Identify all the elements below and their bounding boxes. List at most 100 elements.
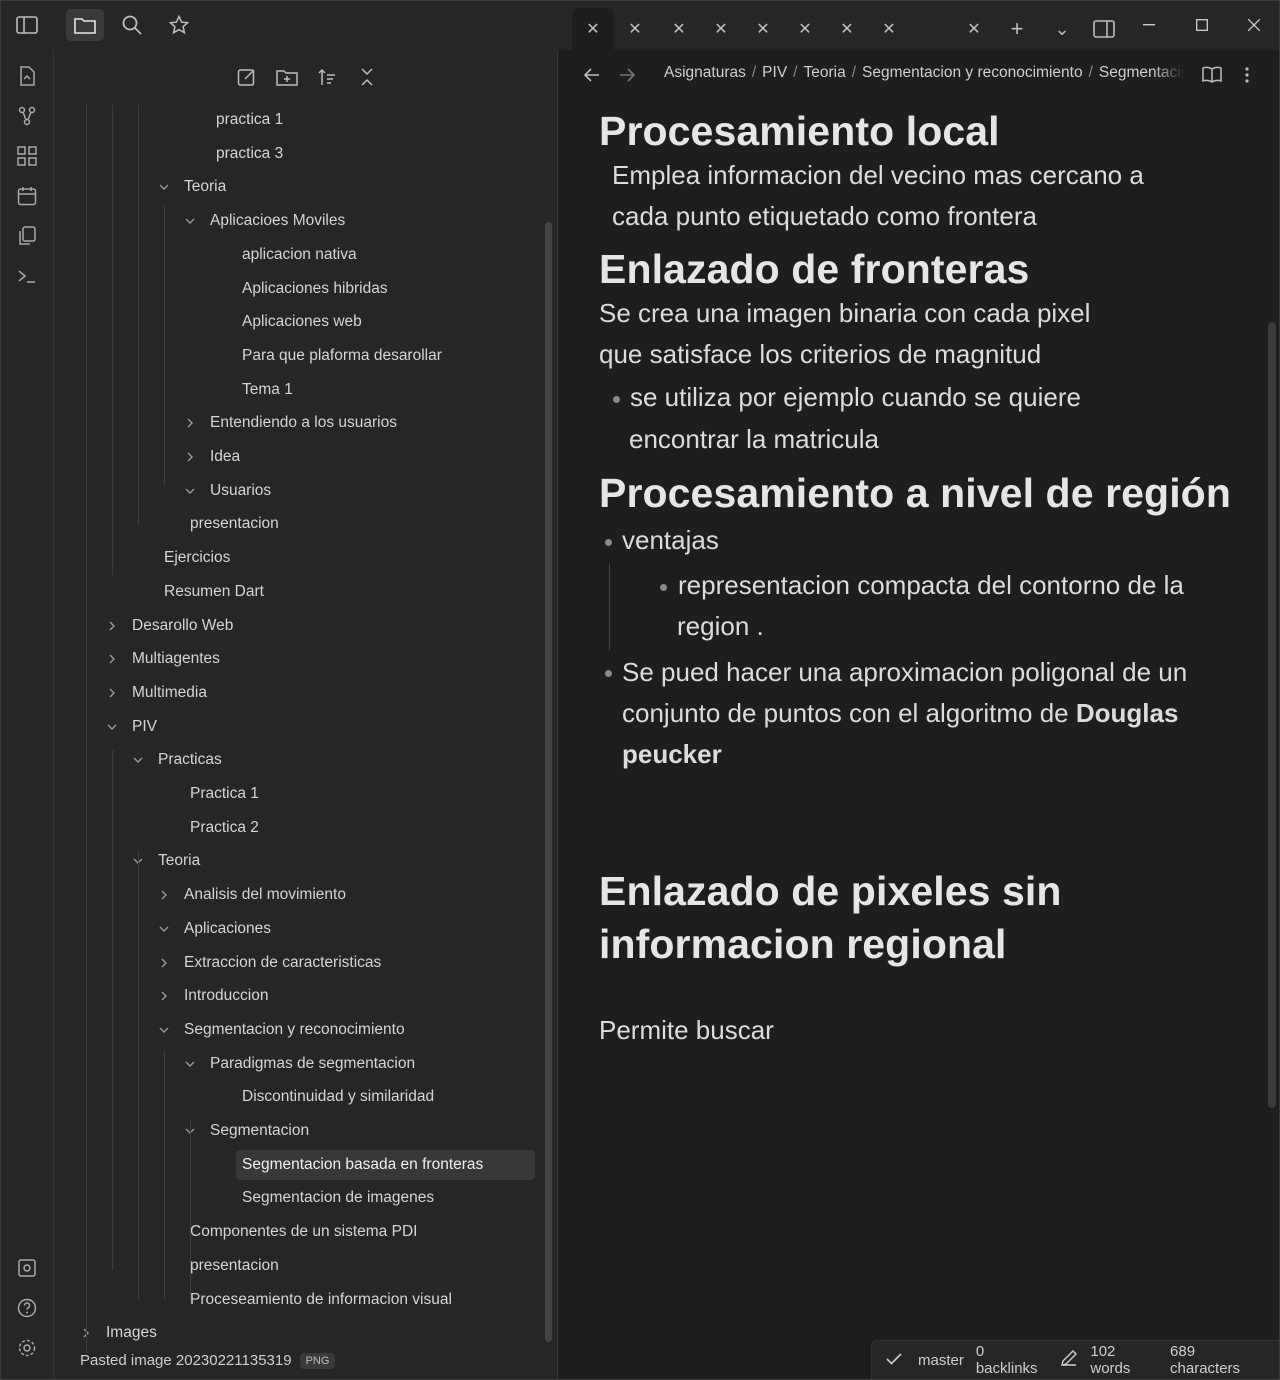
chevron-right-icon[interactable] bbox=[154, 880, 174, 910]
tree-folder[interactable]: Entendiendo a los usuarios bbox=[204, 408, 397, 438]
search-icon[interactable] bbox=[113, 9, 151, 41]
breadcrumb-item[interactable]: PIV bbox=[762, 64, 787, 81]
tree-folder[interactable]: Images bbox=[100, 1318, 157, 1348]
close-icon[interactable]: ✕ bbox=[672, 19, 685, 39]
tree-file[interactable]: Aplicaciones web bbox=[236, 307, 362, 337]
tree-file[interactable]: Segmentacion basada en fronteras bbox=[236, 1150, 535, 1180]
tree-file[interactable]: Tema 1 bbox=[236, 375, 293, 405]
window-close-icon[interactable] bbox=[1232, 0, 1276, 50]
tree-folder[interactable]: Aplicacioes Moviles bbox=[204, 206, 345, 236]
close-icon[interactable]: ✕ bbox=[628, 19, 641, 39]
tree-file[interactable]: Discontinuidad y similaridad bbox=[236, 1082, 434, 1112]
tree-file[interactable]: Resumen Dart bbox=[158, 577, 264, 607]
terminal-icon[interactable] bbox=[8, 260, 46, 292]
git-branch-label[interactable]: master bbox=[918, 1352, 964, 1369]
tree-file[interactable]: Componentes de un sistema PDI bbox=[184, 1217, 417, 1247]
new-note-icon[interactable] bbox=[232, 64, 262, 90]
bookmarks-star-icon[interactable] bbox=[160, 9, 198, 41]
chevron-right-icon[interactable] bbox=[180, 408, 200, 438]
breadcrumb-item[interactable]: Segmentacion y reconocimiento bbox=[862, 64, 1083, 81]
tab-2[interactable]: ✕ bbox=[614, 8, 656, 50]
tree-folder[interactable]: Segmentacion y reconocimiento bbox=[178, 1015, 405, 1045]
tree-folder[interactable]: Introduccion bbox=[178, 981, 268, 1011]
editor-scrollbar[interactable] bbox=[1268, 322, 1276, 1108]
tree-file[interactable]: practica 1 bbox=[210, 105, 283, 135]
sort-order-icon[interactable] bbox=[312, 64, 342, 90]
tree-file[interactable]: Practica 1 bbox=[184, 779, 259, 809]
vault-switcher-icon[interactable] bbox=[8, 1252, 46, 1284]
new-folder-icon[interactable] bbox=[272, 64, 302, 90]
chevron-right-icon[interactable] bbox=[180, 442, 200, 472]
calendar-icon[interactable] bbox=[8, 180, 46, 212]
tree-folder[interactable]: Extraccion de caracteristicas bbox=[178, 948, 381, 978]
tree-folder[interactable]: Idea bbox=[204, 442, 240, 472]
file-explorer-icon[interactable] bbox=[66, 9, 104, 41]
close-icon[interactable]: ✕ bbox=[967, 19, 980, 39]
canvas-grid-icon[interactable] bbox=[8, 140, 46, 172]
tree-folder[interactable]: Aplicaciones bbox=[178, 914, 271, 944]
tab-list-chevron-icon[interactable]: ⌄ bbox=[1042, 8, 1082, 50]
more-options-icon[interactable] bbox=[1233, 62, 1261, 88]
tree-folder[interactable]: PIV bbox=[126, 712, 157, 742]
chevron-right-icon[interactable] bbox=[102, 611, 122, 641]
tree-folder[interactable]: Teoria bbox=[178, 172, 226, 202]
close-icon[interactable]: ✕ bbox=[840, 19, 853, 39]
graph-view-icon[interactable] bbox=[8, 100, 46, 132]
tab-3[interactable]: ✕ bbox=[658, 8, 700, 50]
tree-folder[interactable]: Desarollo Web bbox=[126, 611, 233, 641]
chevron-down-icon[interactable] bbox=[102, 712, 122, 742]
tab-7[interactable]: ✕ bbox=[826, 8, 868, 50]
close-icon[interactable]: ✕ bbox=[798, 19, 811, 39]
backlinks-count[interactable]: 0 backlinks bbox=[976, 1343, 1049, 1377]
maximize-icon[interactable] bbox=[1180, 0, 1224, 50]
tab-9[interactable]: ✕ bbox=[953, 8, 995, 50]
tree-file[interactable]: presentacion bbox=[184, 1251, 279, 1281]
close-icon[interactable]: ✕ bbox=[756, 19, 769, 39]
tree-folder[interactable]: Paradigmas de segmentacion bbox=[204, 1049, 415, 1079]
tree-file[interactable]: presentacion bbox=[184, 509, 279, 539]
settings-gear-icon[interactable] bbox=[8, 1332, 46, 1364]
chevron-down-icon[interactable] bbox=[154, 914, 174, 944]
sidebar-scrollbar[interactable] bbox=[545, 222, 552, 1342]
close-icon[interactable]: ✕ bbox=[714, 19, 727, 39]
chevron-down-icon[interactable] bbox=[180, 1049, 200, 1079]
close-icon[interactable]: ✕ bbox=[586, 19, 599, 39]
sync-check-icon[interactable] bbox=[886, 1352, 902, 1369]
templates-copy-icon[interactable] bbox=[8, 220, 46, 252]
chevron-right-icon[interactable] bbox=[102, 678, 122, 708]
tree-folder[interactable]: Teoria bbox=[152, 846, 200, 876]
forward-arrow-icon[interactable] bbox=[613, 62, 641, 88]
close-icon[interactable]: ✕ bbox=[882, 19, 895, 39]
minimize-icon[interactable] bbox=[1127, 0, 1171, 50]
chevron-right-icon[interactable] bbox=[154, 948, 174, 978]
tree-folder[interactable]: Practicas bbox=[152, 745, 222, 775]
tree-file[interactable]: Practica 2 bbox=[184, 813, 259, 843]
tree-folder[interactable]: Analisis del movimiento bbox=[178, 880, 346, 910]
tab-6[interactable]: ✕ bbox=[784, 8, 826, 50]
tree-folder[interactable]: Usuarios bbox=[204, 476, 271, 506]
collapse-all-icon[interactable] bbox=[352, 64, 382, 90]
pinned-file-item[interactable]: Pasted image 20230221135319 PNG bbox=[80, 1352, 336, 1369]
back-arrow-icon[interactable] bbox=[578, 62, 606, 88]
open-quick-switcher-icon[interactable] bbox=[8, 60, 46, 92]
tree-file[interactable]: Aplicaciones hibridas bbox=[236, 274, 388, 304]
chevron-down-icon[interactable] bbox=[180, 206, 200, 236]
tree-file[interactable]: Para que plaforma desarollar bbox=[236, 341, 442, 371]
help-icon[interactable] bbox=[8, 1292, 46, 1324]
breadcrumb-item[interactable]: Asignaturas bbox=[664, 64, 746, 81]
new-tab-button[interactable]: + bbox=[997, 8, 1037, 50]
chevron-down-icon[interactable] bbox=[154, 1015, 174, 1045]
chevron-down-icon[interactable] bbox=[180, 476, 200, 506]
breadcrumb-item[interactable]: Teoria bbox=[803, 64, 845, 81]
chevron-right-icon[interactable] bbox=[102, 644, 122, 674]
chevron-down-icon[interactable] bbox=[154, 172, 174, 202]
tree-folder[interactable]: Segmentacion bbox=[204, 1116, 309, 1146]
reading-view-book-icon[interactable] bbox=[1198, 62, 1226, 88]
tree-file[interactable]: aplicacion nativa bbox=[236, 240, 357, 270]
tab-8[interactable]: ✕ bbox=[868, 8, 910, 50]
chevron-down-icon[interactable] bbox=[128, 745, 148, 775]
edit-pencil-icon[interactable] bbox=[1060, 1349, 1078, 1371]
tree-file[interactable]: Ejercicios bbox=[158, 543, 230, 573]
tab-4[interactable]: ✕ bbox=[700, 8, 742, 50]
tab-5[interactable]: ✕ bbox=[742, 8, 784, 50]
